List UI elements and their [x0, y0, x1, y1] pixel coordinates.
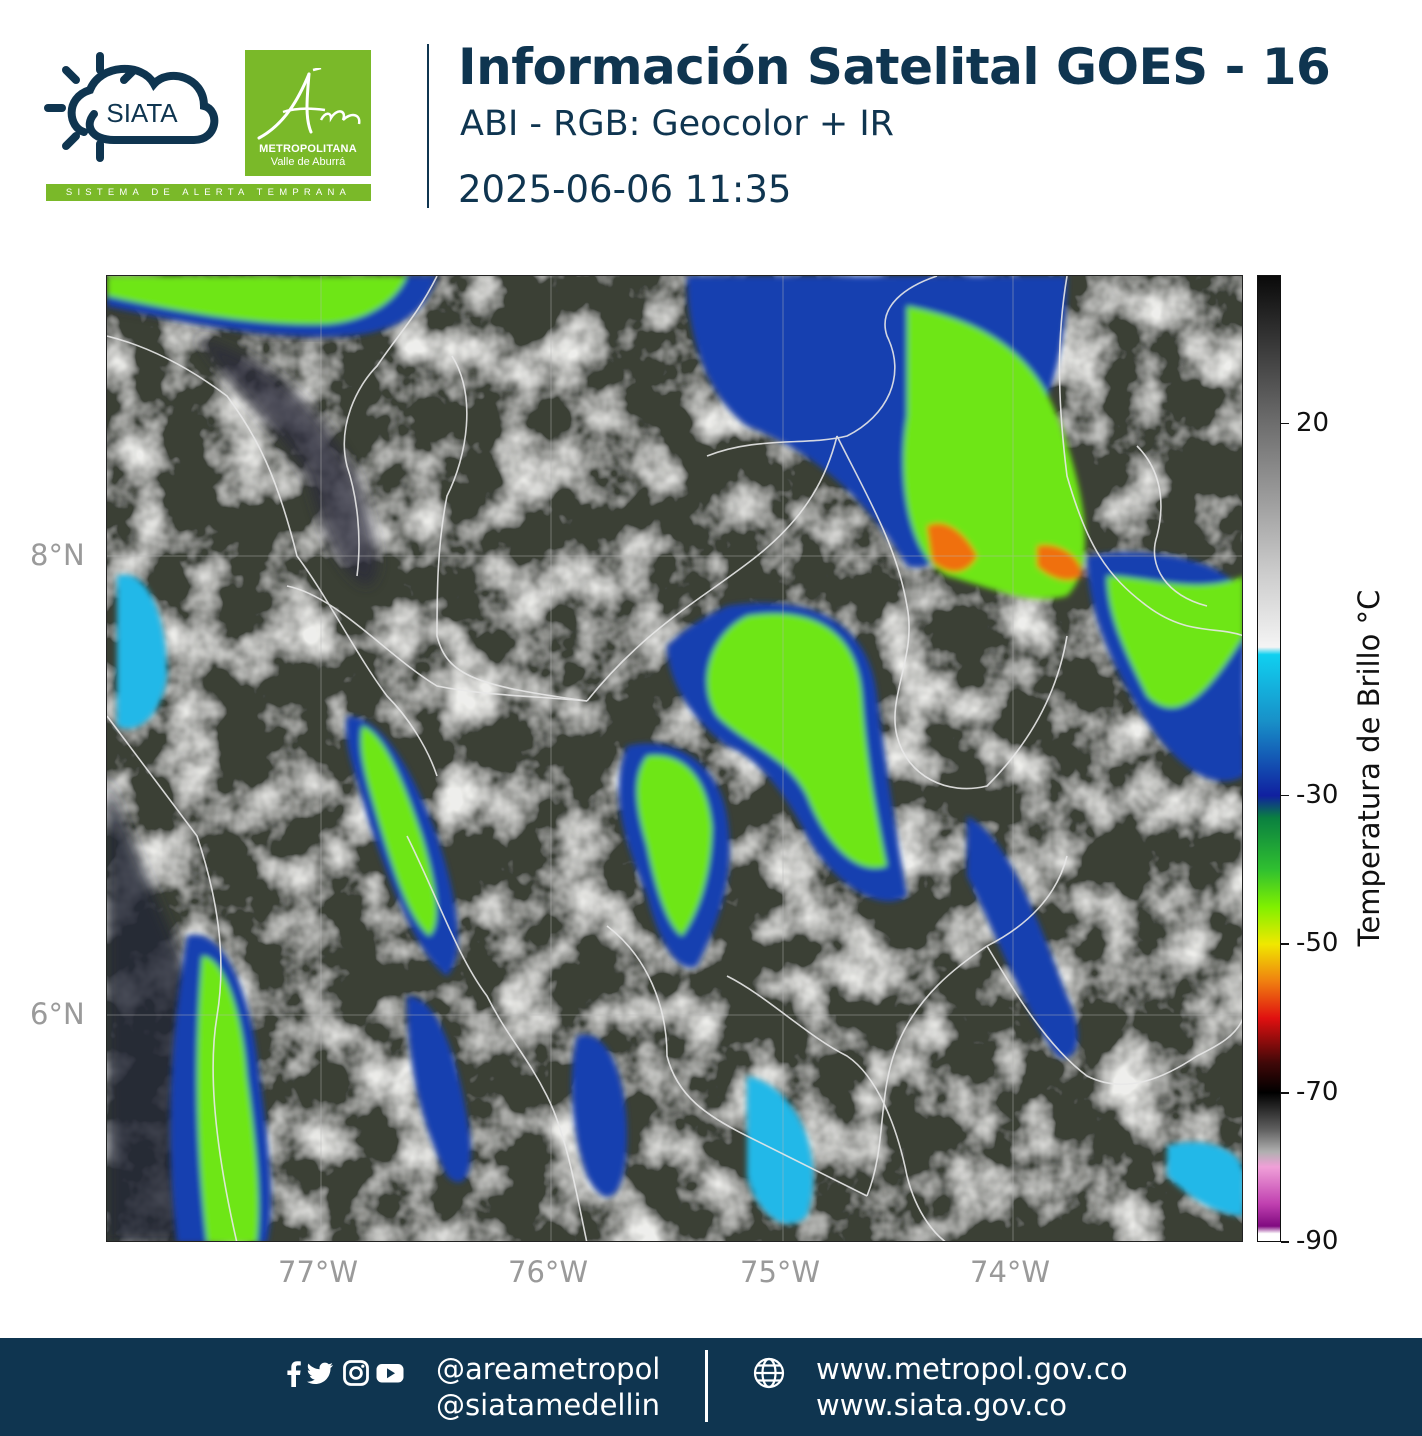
- footer: @areametropol @siatamedellin www.metropo…: [0, 1338, 1422, 1436]
- website-link-siata[interactable]: www.siata.gov.co: [816, 1388, 1067, 1422]
- colorbar-title: Temperatura de Brillo °C: [1352, 589, 1386, 947]
- colorbar-tick-label: -30: [1296, 779, 1339, 810]
- youtube-icon[interactable]: [376, 1359, 404, 1387]
- colorbar-tick: [1281, 1241, 1289, 1243]
- instagram-icon[interactable]: [342, 1359, 370, 1387]
- page-title: Información Satelital GOES - 16: [458, 38, 1331, 96]
- satellite-map: [106, 275, 1243, 1242]
- header: SIATA METROPOLITANA Valle de Aburrá SIST…: [0, 0, 1422, 250]
- colorbar-tick: [1281, 422, 1289, 425]
- twitter-icon[interactable]: [306, 1359, 334, 1387]
- satellite-image: [107, 276, 1242, 1241]
- colorbar-tick-label: -50: [1296, 928, 1339, 959]
- siata-tagline: SISTEMA DE ALERTA TEMPRANA: [46, 184, 371, 201]
- colorbar-tick: [1281, 794, 1289, 797]
- latitude-label-8n: 8°N: [30, 538, 85, 572]
- longitude-label-76w: 76°W: [508, 1255, 589, 1289]
- area-script-mark: [257, 68, 361, 140]
- longitude-label-77w: 77°W: [278, 1255, 359, 1289]
- colorbar-tick-label: -70: [1296, 1077, 1339, 1108]
- colorbar-tick: [1281, 943, 1289, 945]
- longitude-label-74w: 74°W: [970, 1255, 1051, 1289]
- colorbar-tick: [1281, 1092, 1289, 1094]
- colorbar-tick-label: 20: [1296, 407, 1330, 438]
- colorbar-tick-label: -90: [1296, 1226, 1339, 1256]
- header-divider: [427, 44, 429, 208]
- area-logo-line2: Valle de Aburrá: [270, 156, 346, 168]
- siata-logo: SIATA: [44, 52, 219, 162]
- observation-datetime: 2025-06-06 11:35: [458, 168, 792, 211]
- social-icons: [280, 1359, 410, 1389]
- temperature-colorbar: [1257, 275, 1281, 1242]
- footer-divider: [705, 1350, 708, 1422]
- social-handle-siatamedellin[interactable]: @siatamedellin: [436, 1388, 660, 1422]
- area-logo-line1: METROPOLITANA: [259, 143, 357, 155]
- area-metropolitana-logo: METROPOLITANA Valle de Aburrá: [245, 50, 371, 176]
- page-subtitle: ABI - RGB: Geocolor + IR: [460, 104, 894, 144]
- social-handle-areametropol[interactable]: @areametropol: [436, 1352, 660, 1386]
- globe-icon: [753, 1357, 785, 1389]
- website-link-metropol[interactable]: www.metropol.gov.co: [816, 1352, 1128, 1386]
- siata-logo-text: SIATA: [106, 98, 178, 128]
- longitude-label-75w: 75°W: [740, 1255, 821, 1289]
- facebook-icon[interactable]: [280, 1359, 308, 1387]
- latitude-label-6n: 6°N: [30, 997, 85, 1031]
